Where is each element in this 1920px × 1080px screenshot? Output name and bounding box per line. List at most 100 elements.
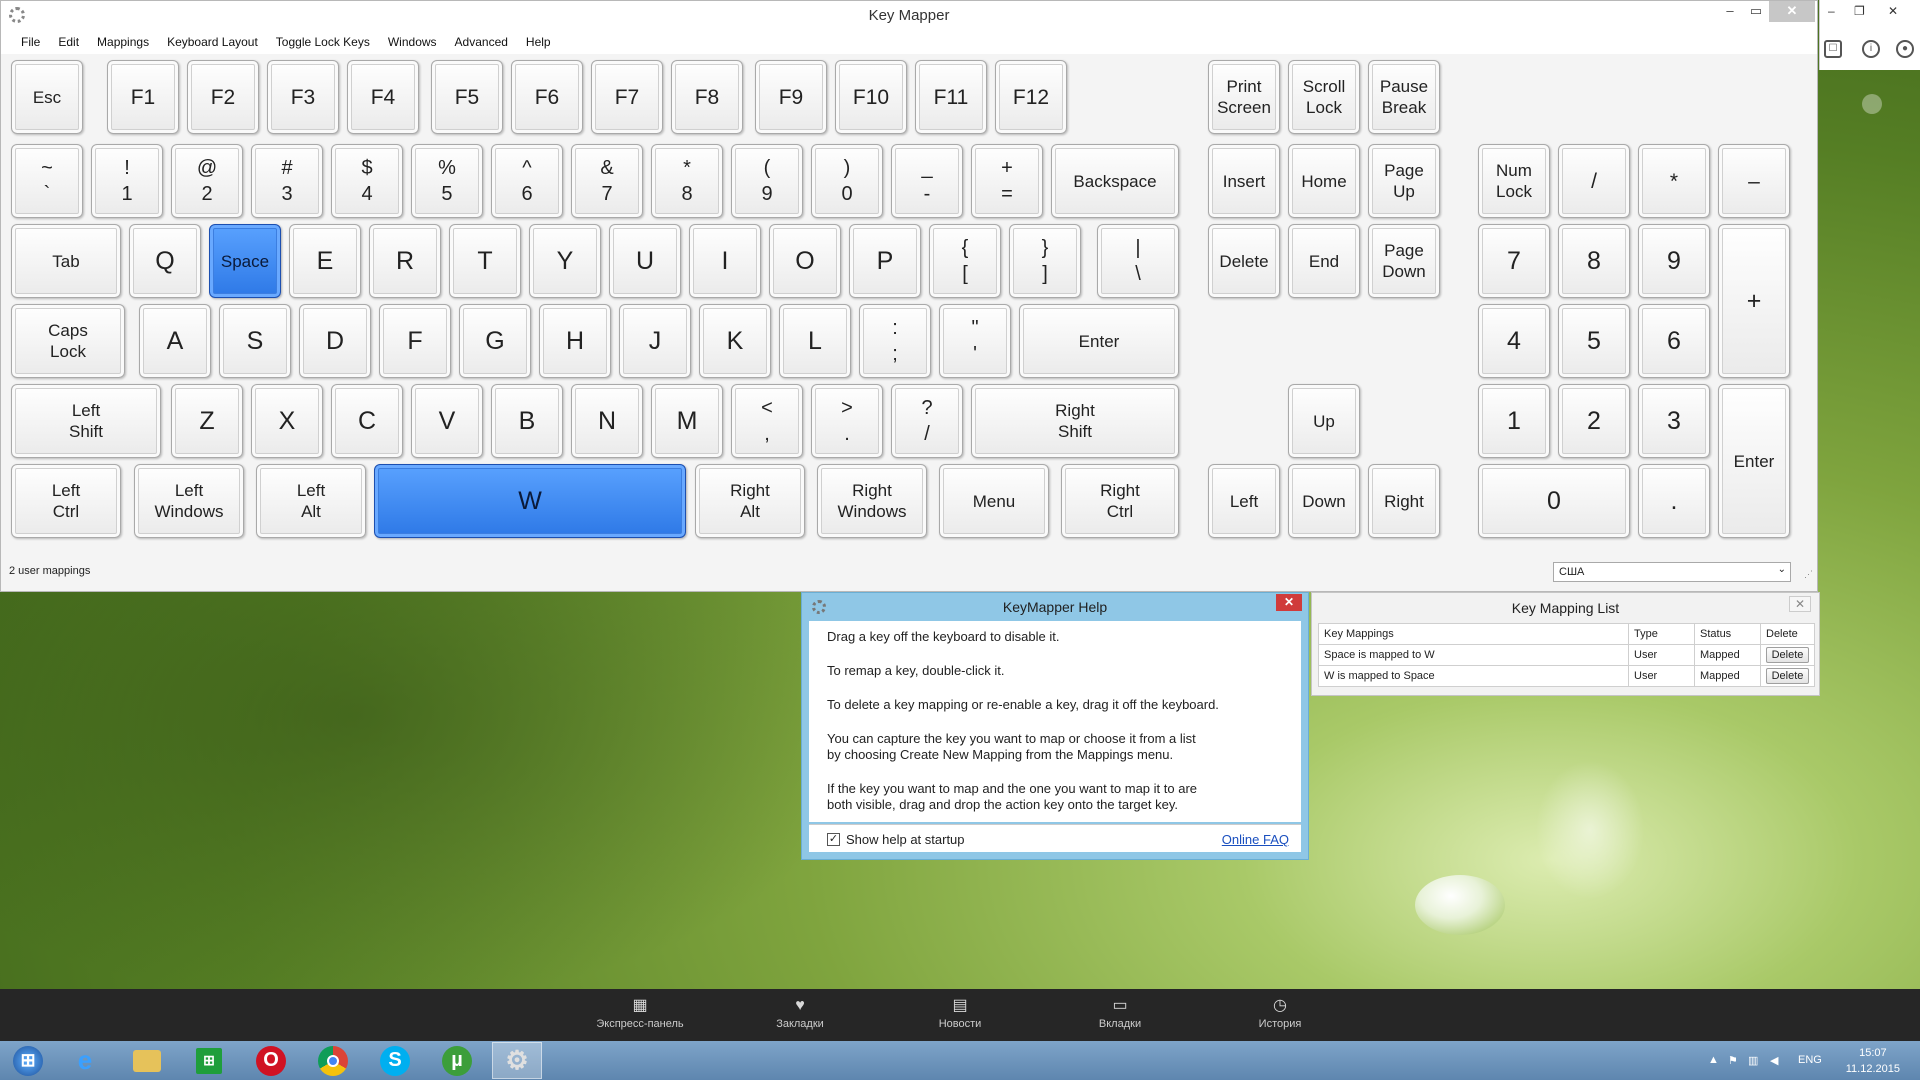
key-backspace[interactable]: Backspace	[1051, 144, 1179, 218]
key-m[interactable]: M	[651, 384, 723, 458]
key-0[interactable]: ) 0	[811, 144, 883, 218]
maximize-button[interactable]: ▭	[1743, 1, 1769, 22]
key-f11[interactable]: F11	[915, 60, 987, 134]
key-f10[interactable]: F10	[835, 60, 907, 134]
key-u[interactable]: U	[609, 224, 681, 298]
key-e[interactable]: E	[289, 224, 361, 298]
key-numpad-enter[interactable]: Enter	[1718, 384, 1790, 538]
key-semicolon[interactable]: : ;	[859, 304, 931, 378]
taskbar-opera[interactable]: O	[246, 1042, 296, 1079]
table-row[interactable]: W is mapped to Space User Mapped Delete	[1318, 665, 1815, 687]
key-print-screen[interactable]: Print Screen	[1208, 60, 1280, 134]
taskbar-utorrent[interactable]: µ	[432, 1042, 482, 1079]
bg-restore-icon[interactable]: ❐	[1854, 4, 1865, 18]
keyboard-layout-select[interactable]: США ⌄	[1553, 562, 1791, 582]
key-numpad-8[interactable]: 8	[1558, 224, 1630, 298]
key-d[interactable]: D	[299, 304, 371, 378]
key-q[interactable]: Q	[129, 224, 201, 298]
key-f1[interactable]: F1	[107, 60, 179, 134]
key-numpad-multiply[interactable]: *	[1638, 144, 1710, 218]
key-2[interactable]: @ 2	[171, 144, 243, 218]
menu-advanced[interactable]: Advanced	[446, 30, 517, 54]
show-help-label[interactable]: Show help at startup	[846, 832, 965, 847]
key-right-alt[interactable]: Right Alt	[695, 464, 805, 538]
column-header[interactable]: Delete	[1760, 623, 1815, 645]
key-left-windows[interactable]: Left Windows	[134, 464, 244, 538]
key-n[interactable]: N	[571, 384, 643, 458]
key-numpad-0[interactable]: 0	[1478, 464, 1630, 538]
key-4[interactable]: $ 4	[331, 144, 403, 218]
delete-mapping-button[interactable]: Delete	[1766, 668, 1809, 684]
menu-edit[interactable]: Edit	[49, 30, 88, 54]
show-help-checkbox[interactable]: ✓	[827, 833, 840, 846]
bg-toolbar-icon-2[interactable]: i	[1862, 40, 1880, 58]
key-right-shift[interactable]: Right Shift	[971, 384, 1179, 458]
key-numpad-plus[interactable]: +	[1718, 224, 1790, 378]
key-numpad-9[interactable]: 9	[1638, 224, 1710, 298]
key-j[interactable]: J	[619, 304, 691, 378]
key-home[interactable]: Home	[1288, 144, 1360, 218]
key-numpad-4[interactable]: 4	[1478, 304, 1550, 378]
key-left-shift[interactable]: Left Shift	[11, 384, 161, 458]
key-1[interactable]: ! 1	[91, 144, 163, 218]
key-slash[interactable]: ? /	[891, 384, 963, 458]
key-backslash[interactable]: | \	[1097, 224, 1179, 298]
key-numpad-divide[interactable]: /	[1558, 144, 1630, 218]
key-tilde[interactable]: ~ `	[11, 144, 83, 218]
key-c[interactable]: C	[331, 384, 403, 458]
history-button[interactable]: ◷ История	[1210, 997, 1350, 1030]
key-esc[interactable]: Esc	[11, 60, 83, 134]
close-button[interactable]: ✕	[1769, 1, 1815, 22]
tray-expand-icon[interactable]: ▲	[1708, 1054, 1719, 1066]
language-indicator[interactable]: ENG	[1798, 1054, 1822, 1066]
bg-user-icon[interactable]: ●	[1896, 40, 1914, 58]
key-enter[interactable]: Enter	[1019, 304, 1179, 378]
key-right-windows[interactable]: Right Windows	[817, 464, 927, 538]
column-header[interactable]: Type	[1628, 623, 1695, 645]
key-num-lock[interactable]: Num Lock	[1478, 144, 1550, 218]
column-header[interactable]: Key Mappings	[1318, 623, 1629, 645]
key-space-mapped-to-w[interactable]: W	[374, 464, 686, 538]
key-h[interactable]: H	[539, 304, 611, 378]
key-f3[interactable]: F3	[267, 60, 339, 134]
tray-volume-icon[interactable]: ◀	[1770, 1054, 1778, 1067]
key-numpad-minus[interactable]: –	[1718, 144, 1790, 218]
taskbar-ie[interactable]: e	[60, 1042, 110, 1079]
key-pause-break[interactable]: Pause Break	[1368, 60, 1440, 134]
table-row[interactable]: Space is mapped to W User Mapped Delete	[1318, 644, 1815, 666]
key-v[interactable]: V	[411, 384, 483, 458]
key-f7[interactable]: F7	[591, 60, 663, 134]
clock[interactable]: 15:07 11.12.2015	[1846, 1045, 1900, 1077]
key-i[interactable]: I	[689, 224, 761, 298]
key-9[interactable]: ( 9	[731, 144, 803, 218]
bg-toolbar-icon-1[interactable]: ☐	[1824, 40, 1842, 58]
key-numpad-1[interactable]: 1	[1478, 384, 1550, 458]
menu-windows[interactable]: Windows	[379, 30, 446, 54]
taskbar-keymapper[interactable]: ⚙	[492, 1042, 542, 1079]
key-left-ctrl[interactable]: Left Ctrl	[11, 464, 121, 538]
bg-close-icon[interactable]: ✕	[1888, 4, 1898, 18]
key-3[interactable]: # 3	[251, 144, 323, 218]
menu-mappings[interactable]: Mappings	[88, 30, 158, 54]
key-up[interactable]: Up	[1288, 384, 1360, 458]
key-period[interactable]: > .	[811, 384, 883, 458]
key-down-arrow[interactable]: Down	[1288, 464, 1360, 538]
help-close-button[interactable]: ✕	[1276, 594, 1302, 611]
key-w-mapped-to-space[interactable]: Space	[209, 224, 281, 298]
key-right-bracket[interactable]: } ]	[1009, 224, 1081, 298]
start-button[interactable]: ⊞	[3, 1042, 53, 1079]
key-numpad-5[interactable]: 5	[1558, 304, 1630, 378]
key-delete[interactable]: Delete	[1208, 224, 1280, 298]
menu-file[interactable]: File	[1, 30, 49, 54]
key-f9[interactable]: F9	[755, 60, 827, 134]
key-p[interactable]: P	[849, 224, 921, 298]
column-header[interactable]: Status	[1694, 623, 1761, 645]
key-page-down[interactable]: Page Down	[1368, 224, 1440, 298]
key-right-arrow[interactable]: Right	[1368, 464, 1440, 538]
key-left-alt[interactable]: Left Alt	[256, 464, 366, 538]
key-f8[interactable]: F8	[671, 60, 743, 134]
key-left-bracket[interactable]: { [	[929, 224, 1001, 298]
key-z[interactable]: Z	[171, 384, 243, 458]
key-7[interactable]: & 7	[571, 144, 643, 218]
key-a[interactable]: A	[139, 304, 211, 378]
